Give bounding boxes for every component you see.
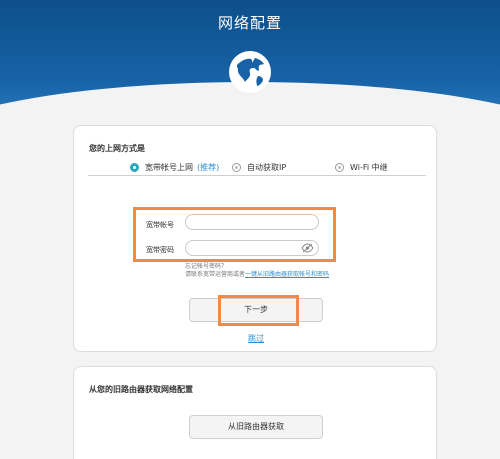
password-input[interactable] [185,240,319,256]
divider [88,175,426,176]
forgot-credentials-hint: 忘记帐号密码？ 请联系宽带运营商或者一键从旧路由器获取帐号和密码 [185,263,329,279]
hide-password-icon[interactable] [301,243,314,253]
radio-unselected-icon [232,163,241,172]
connection-method-label: 您的上网方式是 [89,144,145,153]
forgot-prefix: 请联系宽带运营商或者 [185,271,246,278]
radio-wifi-relay-label: Wi-Fi 中继 [350,163,388,172]
radio-selected-icon [130,163,139,172]
radio-dhcp-label: 自动获取IP [247,163,287,172]
globe-icon [229,51,271,93]
account-input[interactable] [185,214,319,230]
radio-broadband-label: 宽带帐号上网 [145,163,193,172]
radio-dhcp[interactable]: 自动获取IP [232,162,286,173]
get-from-old-router-button[interactable]: 从旧路由器获取 [189,415,323,439]
recommended-tag: (推荐) [197,163,220,172]
get-from-old-router-link[interactable]: 一键从旧路由器获取帐号和密码 [245,271,329,278]
account-label: 宽带帐号 [146,221,174,229]
radio-wifi-relay[interactable]: Wi-Fi 中继 [335,162,388,173]
password-label: 宽带密码 [146,246,174,254]
old-router-card [73,366,437,459]
page-title: 网络配置 [217,14,282,32]
next-button-highlight [218,295,299,326]
skip-link[interactable]: 跳过 [0,333,500,344]
radio-unselected-icon [335,163,344,172]
forgot-line: 忘记帐号密码？ [185,263,228,270]
old-router-title: 从您的旧路由器获取网络配置 [89,385,193,394]
radio-broadband[interactable]: 宽带帐号上网 (推荐) [130,162,219,173]
